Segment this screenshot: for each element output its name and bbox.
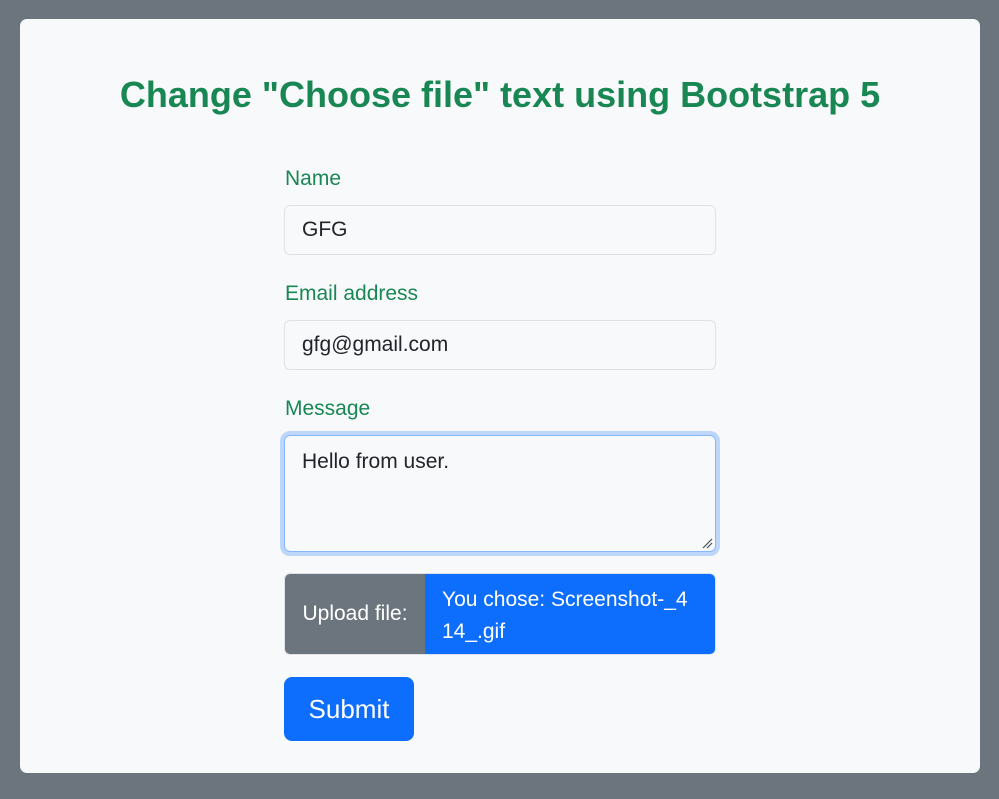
resize-grip-icon[interactable] xyxy=(701,537,713,549)
name-label: Name xyxy=(285,167,342,190)
email-label: Email address xyxy=(285,282,419,305)
name-input[interactable]: GFG xyxy=(284,205,716,255)
upload-file-label[interactable]: Upload file: xyxy=(285,574,426,654)
message-text: Hello from user. xyxy=(302,450,450,473)
message-label: Message xyxy=(285,397,371,420)
message-textarea[interactable]: Hello from user. xyxy=(284,435,716,552)
file-upload-group[interactable]: Upload file: You chose: Screenshot-_414_… xyxy=(284,573,716,655)
form-card: Change "Choose file" text using Bootstra… xyxy=(20,19,980,773)
page-title: Change "Choose file" text using Bootstra… xyxy=(119,74,881,115)
email-input[interactable]: gfg@gmail.com xyxy=(284,320,716,370)
submit-button[interactable]: Submit xyxy=(284,677,414,741)
file-chosen-text[interactable]: You chose: Screenshot-_414_.gif xyxy=(426,574,715,654)
